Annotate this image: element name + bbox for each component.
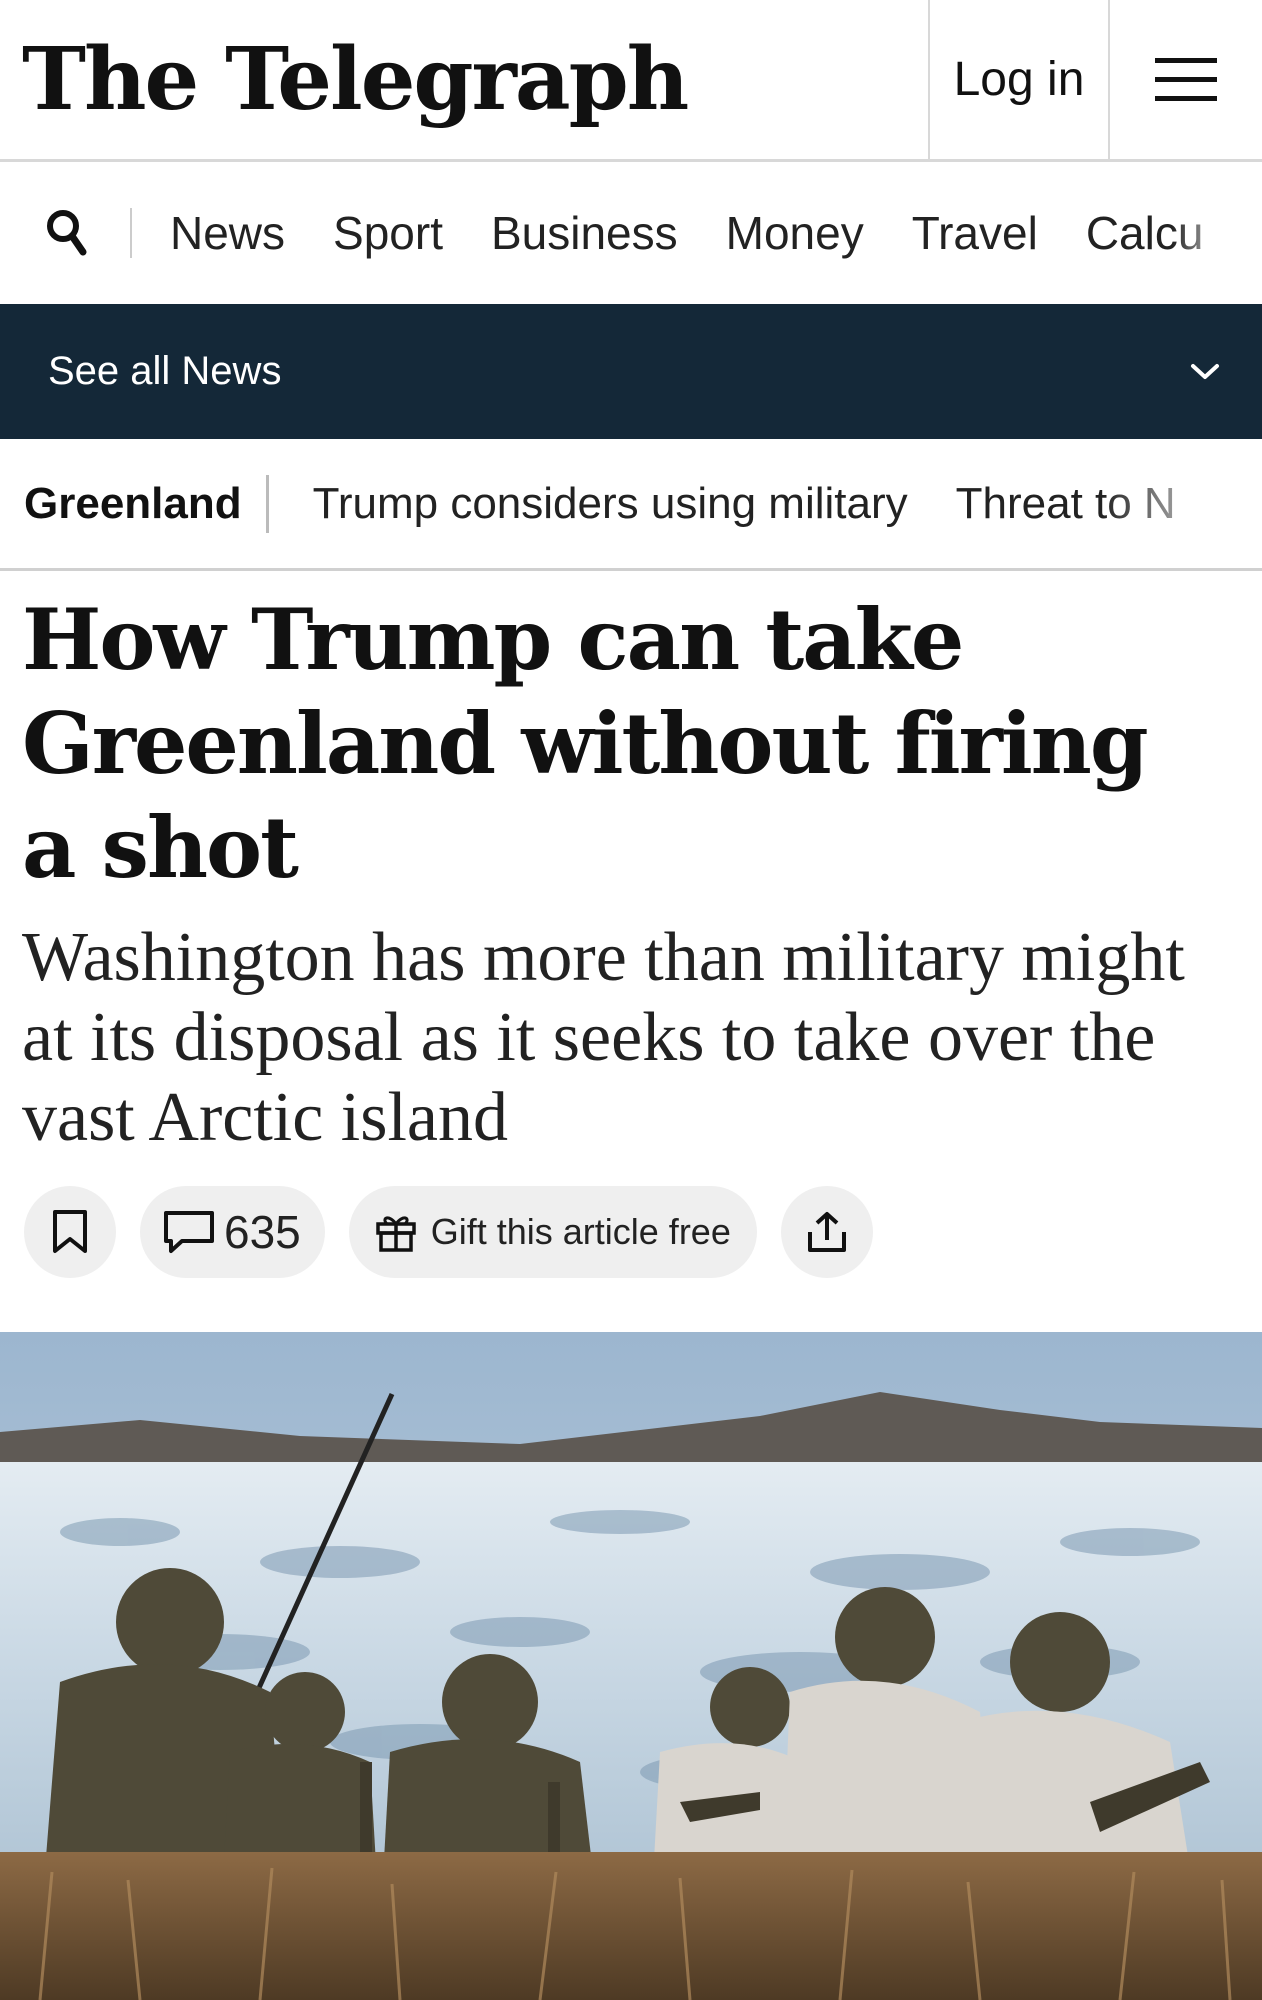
share-button[interactable] xyxy=(780,1186,873,1278)
topic-fade-overlay xyxy=(1102,439,1262,568)
soldiers-on-ice-photo xyxy=(0,1332,1262,2000)
login-label: Log in xyxy=(953,53,1085,106)
see-all-label: See all News xyxy=(48,349,282,393)
hamburger-menu-icon xyxy=(1155,57,1217,101)
hero-image[interactable] xyxy=(0,1332,1262,2000)
menu-button[interactable] xyxy=(1108,0,1262,159)
login-button[interactable]: Log in xyxy=(928,0,1108,159)
nav-item-travel[interactable]: Travel xyxy=(912,206,1038,260)
comment-count: 635 xyxy=(224,1206,301,1258)
masthead: The Telegraph Log in xyxy=(0,0,1262,162)
chevron-down-icon xyxy=(1191,363,1219,379)
topic-divider xyxy=(265,474,269,533)
search-button[interactable] xyxy=(34,200,100,266)
logo-text: The Telegraph xyxy=(22,28,689,130)
article-actions: 635 Gift this article free xyxy=(24,1186,897,1278)
topic-trump-military[interactable]: Trump considers using military xyxy=(313,479,908,529)
nav-fade-overlay xyxy=(1172,162,1262,304)
gift-icon xyxy=(376,1216,416,1252)
search-icon xyxy=(47,210,87,256)
nav-item-news[interactable]: News xyxy=(170,206,285,260)
nav-item-business[interactable]: Business xyxy=(491,206,678,260)
nav-item-money[interactable]: Money xyxy=(726,206,864,260)
speech-bubble-icon xyxy=(164,1211,214,1253)
see-all-news-bar[interactable]: See all News xyxy=(0,304,1262,439)
nav-item-sport[interactable]: Sport xyxy=(333,206,443,260)
article-headline: How Trump can take Greenland without fir… xyxy=(22,590,1149,897)
topic-greenland[interactable]: Greenland xyxy=(24,479,242,529)
gift-label: Gift this article free xyxy=(430,1211,731,1252)
share-icon xyxy=(807,1212,846,1252)
bookmark-button[interactable] xyxy=(24,1186,116,1278)
comments-button[interactable]: 635 xyxy=(140,1186,325,1278)
article-standfirst: Washington has more than military might … xyxy=(22,919,1185,1156)
gift-article-button[interactable]: Gift this article free xyxy=(348,1186,757,1278)
nav-divider xyxy=(130,208,132,258)
section-nav: News Sport Business Money Travel Calcu xyxy=(0,162,1262,304)
topic-strip: Greenland Trump considers using military… xyxy=(0,439,1262,571)
bookmark-icon xyxy=(53,1210,87,1253)
telegraph-logo[interactable]: The Telegraph xyxy=(0,0,928,159)
